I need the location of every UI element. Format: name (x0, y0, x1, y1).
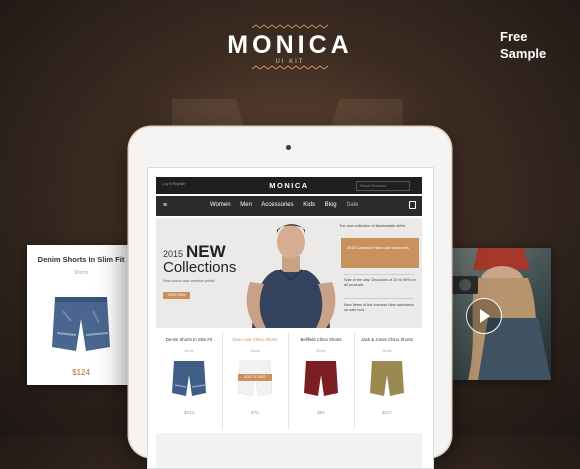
hero-right-text-4: New Items of the summer New swimwear on … (344, 303, 414, 312)
hero-divider (344, 274, 414, 275)
nav-items: Women Men Accessories Kids Blog Sale (210, 202, 366, 208)
nav-item-men[interactable]: Men (240, 202, 252, 208)
product-category: Shorts (316, 349, 326, 353)
tablet-camera (286, 145, 291, 150)
product-grid: Denim Shorts In Slim Fit Shorts $124 New… (156, 332, 422, 430)
play-button[interactable] (466, 298, 502, 334)
nav-item-kids[interactable]: Kids (303, 202, 315, 208)
product-card-category: Shorts (73, 270, 89, 276)
free-label: Free (500, 29, 528, 44)
denim-shorts-image (52, 297, 110, 351)
product-item[interactable]: Jack & Jones Chino Shorts Shorts $117 (354, 332, 420, 430)
nav-item-sale[interactable]: Sale (346, 202, 358, 208)
add-to-cart-button[interactable]: ADD TO CART (238, 374, 272, 381)
product-name: New Look Chino Shorts (232, 337, 278, 342)
product-price: $76 (251, 410, 259, 415)
product-name: Jack & Jones Chino Shorts (361, 337, 413, 342)
nav-item-women[interactable]: Women (210, 202, 231, 208)
video-photo-card[interactable] (448, 248, 551, 380)
product-item[interactable]: New Look Chino Shorts Shorts ADD TO CART… (222, 332, 289, 430)
tablet-screen: Log in Register MONICA Search Products ≡… (147, 167, 434, 469)
shop-now-button[interactable]: SHOP NOW (163, 292, 190, 299)
nav-item-accessories[interactable]: Accessories (261, 202, 293, 208)
brand-header: MONICA UI KIT (0, 24, 580, 70)
free-sample-label: Free Sample (500, 28, 546, 62)
product-price: $124 (183, 410, 194, 415)
hero-collections: Collections (163, 259, 237, 276)
product-category: Shorts (382, 349, 392, 353)
product-name: Denim Shorts In Slim Fit (165, 337, 213, 342)
hero-right-text-1: The new collection of fashionable shirts (339, 224, 406, 228)
menu-icon[interactable]: ≡ (163, 202, 167, 209)
product-category: Shorts (250, 349, 260, 353)
play-icon (480, 309, 490, 323)
product-name: Bellfield Chino Shorts (300, 337, 342, 342)
more-products-strip (156, 433, 422, 468)
khaki-shorts-image (370, 361, 404, 396)
sample-label: Sample (500, 46, 547, 61)
brand-subtitle: UI KIT (275, 59, 305, 65)
hero-right-highlight[interactable]: 2015 Collection New color and prints (341, 238, 419, 268)
site-topbar: Log in Register MONICA Search Products (156, 177, 422, 194)
product-price: $117 (382, 410, 392, 415)
denim-shorts-image (172, 361, 206, 396)
site-navbar: ≡ Women Men Accessories Kids Blog Sale (156, 196, 422, 216)
hero-model-image (246, 224, 336, 328)
hero-year: 2015 (163, 249, 184, 259)
hero-banner: 2015 NEW Collections New colors and crea… (156, 218, 422, 328)
cart-icon[interactable] (409, 201, 416, 209)
brand-title: MONICA (227, 31, 353, 59)
product-card-title: Denim Shorts In Slim Fit (37, 255, 125, 264)
zigzag-divider-icon (252, 65, 328, 70)
product-price: $92 (317, 410, 325, 415)
zigzag-divider-icon (252, 24, 328, 29)
nav-item-blog[interactable]: Blog (325, 202, 337, 208)
red-shorts-image (304, 361, 338, 396)
hero-subtitle: New colors and creative prints! (163, 279, 215, 283)
tablet-device: Log in Register MONICA Search Products ≡… (129, 127, 451, 469)
product-card-left[interactable]: Denim Shorts In Slim Fit Shorts $124 (27, 245, 135, 385)
hero-right-text-3: Sale of the day! Discounts of 20 to 50% … (344, 278, 416, 287)
product-item[interactable]: Bellfield Chino Shorts Shorts $92 (288, 332, 355, 430)
hero-right-text-2: 2015 Collection New color and prints (347, 246, 409, 250)
site-search-input[interactable]: Search Products (356, 181, 410, 191)
product-card-price: $124 (72, 368, 90, 377)
site-search-placeholder: Search Products (360, 184, 386, 188)
product-category: Shorts (184, 349, 194, 353)
product-item[interactable]: Denim Shorts In Slim Fit Shorts $124 (156, 332, 223, 430)
hero-divider (344, 298, 414, 299)
